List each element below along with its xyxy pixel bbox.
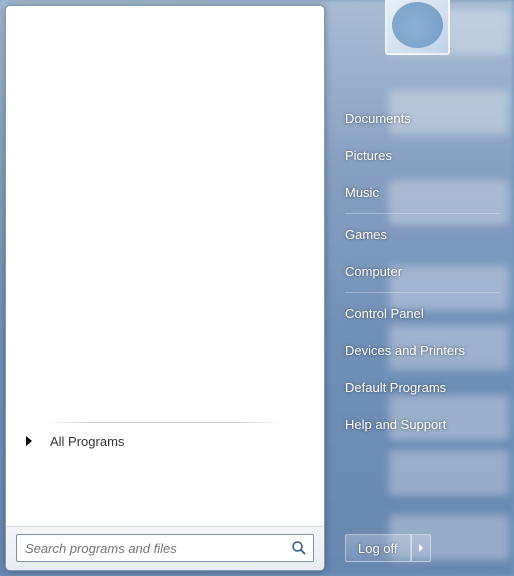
- triangle-right-icon: [26, 436, 32, 446]
- logoff-button[interactable]: Log off: [345, 534, 411, 562]
- menu-item-music[interactable]: Music: [335, 174, 510, 211]
- menu-item-games[interactable]: Games: [335, 216, 510, 253]
- search-input[interactable]: [25, 541, 291, 556]
- triangle-right-icon: [419, 544, 423, 552]
- menu-label: Games: [345, 227, 387, 242]
- divider: [46, 422, 284, 423]
- menu-item-control-panel[interactable]: Control Panel: [335, 295, 510, 332]
- menu-item-computer[interactable]: Computer: [335, 253, 510, 290]
- menu-item-pictures[interactable]: Pictures: [335, 137, 510, 174]
- search-box[interactable]: [16, 534, 314, 562]
- logoff-label: Log off: [358, 541, 398, 556]
- menu-item-default-programs[interactable]: Default Programs: [335, 369, 510, 406]
- start-menu-left-panel: All Programs: [5, 5, 325, 571]
- all-programs-label: All Programs: [50, 434, 124, 449]
- divider: [345, 213, 500, 214]
- menu-label: Control Panel: [345, 306, 424, 321]
- search-area: [6, 526, 324, 570]
- programs-list-area: All Programs: [6, 6, 324, 505]
- all-programs-button[interactable]: All Programs: [18, 425, 312, 457]
- user-picture-frame[interactable]: [385, 0, 450, 55]
- menu-label: Pictures: [345, 148, 392, 163]
- menu-label: Documents: [345, 111, 411, 126]
- start-menu-right-panel: Documents Pictures Music Games Computer …: [335, 0, 510, 576]
- menu-label: Music: [345, 185, 379, 200]
- menu-label: Help and Support: [345, 417, 446, 432]
- menu-item-devices-printers[interactable]: Devices and Printers: [335, 332, 510, 369]
- menu-label: Computer: [345, 264, 402, 279]
- divider: [345, 292, 500, 293]
- menu-item-documents[interactable]: Documents: [335, 100, 510, 137]
- menu-label: Default Programs: [345, 380, 446, 395]
- menu-label: Devices and Printers: [345, 343, 465, 358]
- menu-item-help-support[interactable]: Help and Support: [335, 406, 510, 443]
- logoff-options-button[interactable]: [411, 534, 431, 562]
- logoff-container: Log off: [345, 534, 431, 562]
- search-icon: [291, 540, 307, 556]
